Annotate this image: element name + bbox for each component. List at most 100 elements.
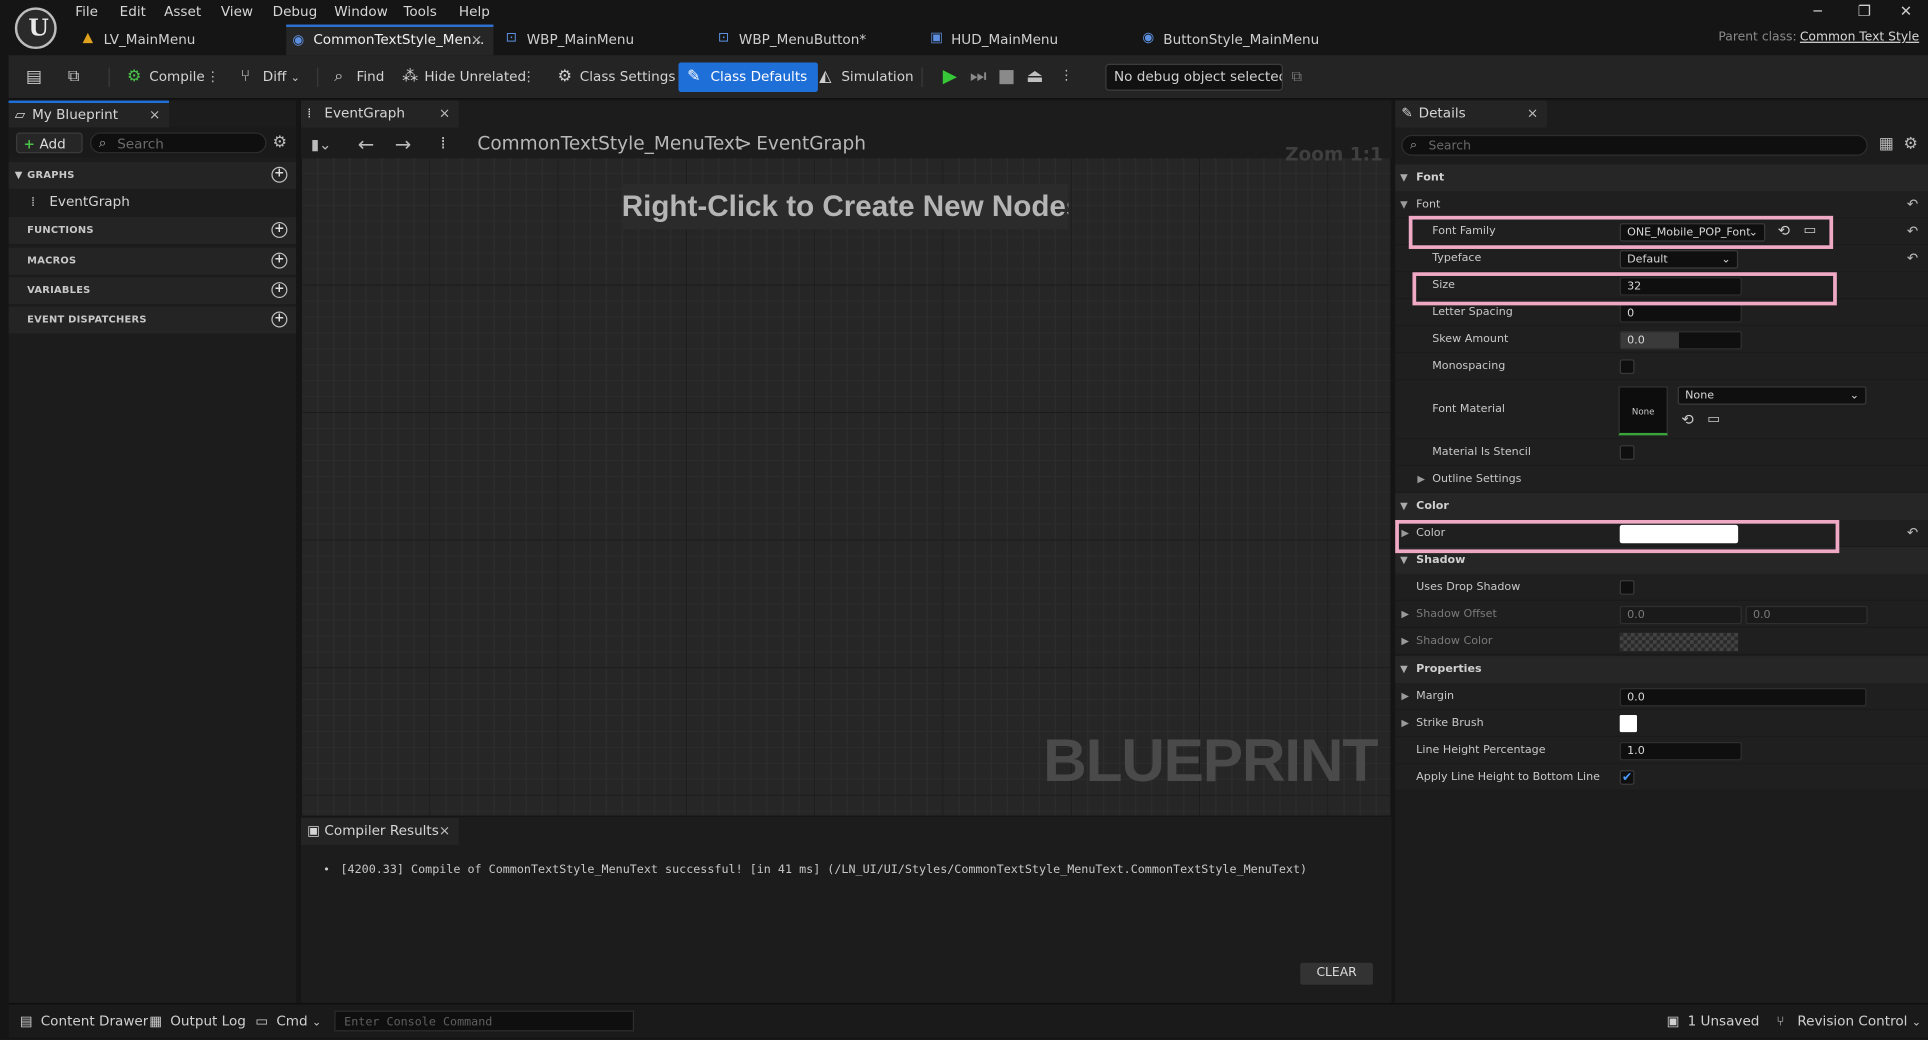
- reset-icon[interactable]: ↶: [1907, 520, 1918, 547]
- details-section-color[interactable]: ▼ Color: [1395, 493, 1928, 520]
- settings-gear-icon[interactable]: ⚙: [273, 134, 287, 152]
- simulation-button[interactable]: ◭ Simulation: [817, 63, 913, 92]
- details-section-font[interactable]: ▼ Font: [1395, 164, 1928, 192]
- tab-event-graph[interactable]: ⁞ EventGraph ×: [300, 100, 459, 128]
- play-icon[interactable]: ▶: [939, 64, 961, 89]
- menu-debug[interactable]: Debug: [273, 2, 318, 22]
- play-options-icon[interactable]: ⋮: [1060, 67, 1074, 83]
- close-icon[interactable]: ×: [149, 103, 160, 128]
- tab-wbp-mainmenu[interactable]: ⊡ WBP_MainMenu: [500, 25, 707, 56]
- row-outline-settings[interactable]: ▶ Outline Settings: [1395, 466, 1928, 494]
- add-dispatcher-icon[interactable]: +: [271, 311, 288, 328]
- compile-button[interactable]: ⚙ Compile: [125, 63, 205, 92]
- hide-unrelated-button[interactable]: ⁂ Hide Unrelated: [400, 63, 526, 92]
- material-stencil-checkbox[interactable]: [1619, 445, 1635, 460]
- browse-folder-icon[interactable]: ▭: [1707, 411, 1720, 427]
- tab-compiler-results[interactable]: ▣ Compiler Results ×: [300, 818, 459, 845]
- unreal-logo-icon[interactable]: [14, 7, 57, 50]
- parent-class-link[interactable]: Common Text Style: [1800, 31, 1919, 44]
- reset-icon[interactable]: ↶: [1907, 191, 1918, 218]
- shadow-offset-y[interactable]: 0.0: [1745, 605, 1868, 625]
- material-thumbnail[interactable]: None: [1618, 386, 1668, 436]
- cmd-select[interactable]: ▭ Cmd ⌄: [254, 1004, 321, 1038]
- line-height-input[interactable]: 1.0: [1619, 741, 1742, 761]
- blueprint-search-input[interactable]: ⌕ Search: [90, 132, 267, 154]
- browse-debug-icon[interactable]: ⧉: [1292, 67, 1303, 85]
- add-variable-icon[interactable]: +: [271, 282, 288, 299]
- add-button[interactable]: + Add: [16, 132, 83, 154]
- gear-icon[interactable]: ⚙: [1903, 135, 1917, 153]
- browse-icon[interactable]: ⧉: [68, 67, 79, 85]
- details-search-input[interactable]: ⌕ Search: [1401, 134, 1868, 156]
- back-arrow-icon[interactable]: ←: [358, 132, 375, 155]
- forward-arrow-icon[interactable]: →: [395, 132, 412, 155]
- eject-icon[interactable]: ⏏: [1024, 64, 1046, 89]
- margin-input[interactable]: 0.0: [1619, 688, 1867, 707]
- debug-object-select[interactable]: No debug object selected ⌄: [1105, 63, 1283, 91]
- section-graphs[interactable]: ▼ GRAPHS +: [8, 161, 297, 189]
- tab-buttonstyle-mainmenu[interactable]: ◉ ButtonStyle_MainMenu: [1136, 25, 1370, 56]
- menu-help[interactable]: Help: [459, 2, 490, 22]
- skew-amount-slider[interactable]: 0.0: [1619, 331, 1742, 350]
- section-variables[interactable]: VARIABLES +: [8, 277, 297, 305]
- hide-options-icon[interactable]: ⋮: [522, 69, 536, 85]
- tab-close-icon[interactable]: ×: [471, 27, 482, 53]
- bookmark-icon[interactable]: ▮⌄: [311, 136, 332, 153]
- clear-button[interactable]: CLEAR: [1300, 962, 1373, 985]
- menu-file[interactable]: File: [75, 2, 98, 22]
- menu-edit[interactable]: Edit: [120, 2, 146, 22]
- breadcrumb-leaf[interactable]: EventGraph: [756, 132, 866, 154]
- menu-asset[interactable]: Asset: [164, 2, 201, 22]
- close-icon[interactable]: ×: [1527, 101, 1538, 128]
- add-macro-icon[interactable]: +: [271, 252, 288, 269]
- menu-view[interactable]: View: [221, 2, 253, 22]
- class-settings-label[interactable]: Class Settings: [580, 69, 676, 85]
- class-defaults-button[interactable]: ✎ Class Defaults: [678, 62, 819, 92]
- use-selected-icon[interactable]: ⟲: [1681, 411, 1693, 428]
- find-button[interactable]: ⌕ Find: [332, 63, 384, 92]
- revision-control-button[interactable]: ⑂ Revision Control ⌄: [1775, 1004, 1921, 1038]
- minimize-icon[interactable]: ─: [1813, 2, 1822, 19]
- tab-my-blueprint[interactable]: ▱ My Blueprint ×: [8, 100, 170, 128]
- breadcrumb-root[interactable]: CommonTextStyle_MenuText: [477, 132, 742, 154]
- class-settings-button[interactable]: ⚙ Class Settings: [555, 63, 676, 92]
- shadow-color-swatch[interactable]: [1619, 632, 1739, 652]
- output-log-button[interactable]: ▦ Output Log: [148, 1004, 246, 1038]
- compile-options-icon[interactable]: ⋮: [206, 69, 220, 85]
- unsaved-button[interactable]: ▣ 1 Unsaved: [1665, 1004, 1760, 1038]
- shadow-offset-x[interactable]: 0.0: [1619, 605, 1742, 625]
- close-icon[interactable]: ×: [439, 101, 450, 128]
- section-event-dispatchers[interactable]: EVENT DISPATCHERS +: [8, 306, 297, 334]
- reset-icon[interactable]: ↶: [1907, 218, 1918, 245]
- close-icon[interactable]: ×: [439, 818, 450, 845]
- tab-details[interactable]: ✎ Details ×: [1395, 100, 1547, 128]
- menu-window[interactable]: Window: [334, 2, 388, 22]
- strike-brush-swatch[interactable]: [1619, 714, 1637, 733]
- table-view-icon[interactable]: ▦: [1879, 135, 1894, 153]
- details-section-properties[interactable]: ▼ Properties: [1395, 656, 1928, 684]
- tab-hud-mainmenu[interactable]: ▣ HUD_MainMenu: [924, 25, 1131, 56]
- section-functions[interactable]: FUNCTIONS +: [8, 217, 297, 245]
- typeface-select[interactable]: Default ⌄: [1619, 250, 1739, 269]
- tab-wbp-menubutton[interactable]: ⊡ WBP_MenuButton*: [712, 25, 919, 56]
- tab-lv-mainmenu[interactable]: ▲ LV_MainMenu: [76, 25, 273, 56]
- reset-icon[interactable]: ↶: [1907, 245, 1918, 272]
- add-function-icon[interactable]: +: [271, 221, 288, 238]
- restore-icon[interactable]: ❐: [1858, 2, 1871, 19]
- save-icon[interactable]: ▤: [26, 67, 42, 87]
- letter-spacing-input[interactable]: 0: [1619, 304, 1742, 323]
- advance-frame-icon[interactable]: ⏭: [967, 64, 989, 89]
- menu-tools[interactable]: Tools: [403, 2, 436, 22]
- console-command-input[interactable]: Enter Console Command: [334, 1010, 635, 1032]
- font-material-select[interactable]: None ⌄: [1677, 386, 1867, 405]
- stop-icon[interactable]: ■: [996, 64, 1018, 89]
- content-drawer-button[interactable]: ▤ Content Drawer: [19, 1004, 149, 1038]
- section-macros[interactable]: MACROS +: [8, 247, 297, 275]
- add-graph-icon[interactable]: +: [271, 166, 288, 183]
- diff-button[interactable]: ⑂ Diff ⌄: [238, 63, 300, 92]
- tab-commontextstyle[interactable]: ◉ CommonTextStyle_Men... ×: [286, 24, 494, 56]
- monospacing-checkbox[interactable]: [1619, 359, 1635, 375]
- graph-canvas[interactable]: Zoom 1:1 Right-Click to Create New Nodes…: [302, 143, 1391, 816]
- close-window-icon[interactable]: ✕: [1900, 2, 1912, 19]
- drop-shadow-checkbox[interactable]: [1619, 580, 1635, 595]
